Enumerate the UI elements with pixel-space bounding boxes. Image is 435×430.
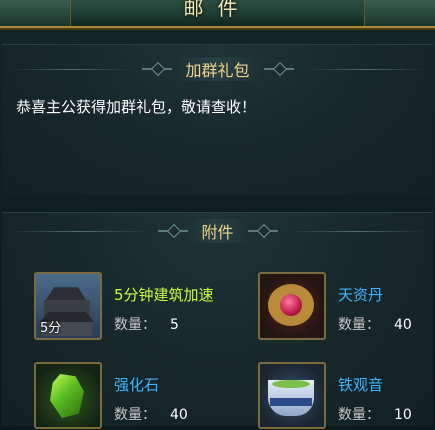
ornament-icon: [263, 64, 294, 74]
attachment-item[interactable]: 5分 5分钟建筑加速 数量： 5: [34, 272, 234, 340]
attachments-title: 附件: [187, 219, 248, 243]
quantity-label: 数量：: [114, 317, 156, 333]
attachment-item[interactable]: 铁观音 数量： 10: [258, 362, 435, 430]
tea-cup-icon[interactable]: [258, 362, 326, 429]
divider-line: [10, 230, 148, 232]
attachment-item[interactable]: 天资丹 数量： 40: [258, 272, 435, 340]
quantity-label: 数量：: [114, 407, 156, 423]
attachment-name: 铁观音: [338, 376, 384, 394]
attachment-item[interactable]: 强化石 数量： 40: [34, 362, 234, 430]
gem-icon[interactable]: [34, 362, 102, 429]
attachment-name: 5分钟建筑加速: [114, 286, 214, 304]
mail-subject: 加群礼包: [171, 57, 264, 81]
title-bar: 邮件: [0, 0, 435, 28]
quantity-value: 5: [170, 317, 179, 333]
attachments-banner: 附件: [0, 218, 435, 244]
attachment-quantity: 数量： 40: [338, 314, 412, 334]
attachment-name: 天资丹: [338, 286, 384, 304]
mail-body: 恭喜主公获得加群礼包，敬请查收！: [16, 98, 257, 116]
ornament-icon: [157, 226, 188, 236]
window-title: 邮件: [183, 0, 252, 20]
quantity-label: 数量：: [338, 407, 380, 423]
castle-icon[interactable]: 5分: [34, 272, 102, 340]
quantity-value: 40: [170, 407, 188, 423]
subject-banner: 加群礼包: [0, 56, 435, 82]
divider-line: [10, 68, 132, 70]
quantity-label: 数量：: [338, 317, 380, 333]
attachment-name: 强化石: [114, 376, 160, 394]
ornament-icon: [247, 226, 278, 236]
ornament-icon: [141, 64, 172, 74]
icon-tag: 5分: [40, 321, 62, 336]
mail-window: 邮件 加群礼包 恭喜主公获得加群礼包，敬请查收！ 附件 5分 5分钟建筑加速 数…: [0, 0, 435, 429]
divider-line: [303, 68, 426, 70]
quantity-value: 10: [394, 407, 412, 423]
attachment-quantity: 数量： 40: [114, 404, 188, 424]
attachment-quantity: 数量： 5: [114, 314, 179, 334]
pill-icon[interactable]: [258, 272, 326, 340]
quantity-value: 40: [394, 317, 412, 333]
divider-line: [287, 230, 426, 232]
attachment-quantity: 数量： 10: [338, 404, 412, 424]
